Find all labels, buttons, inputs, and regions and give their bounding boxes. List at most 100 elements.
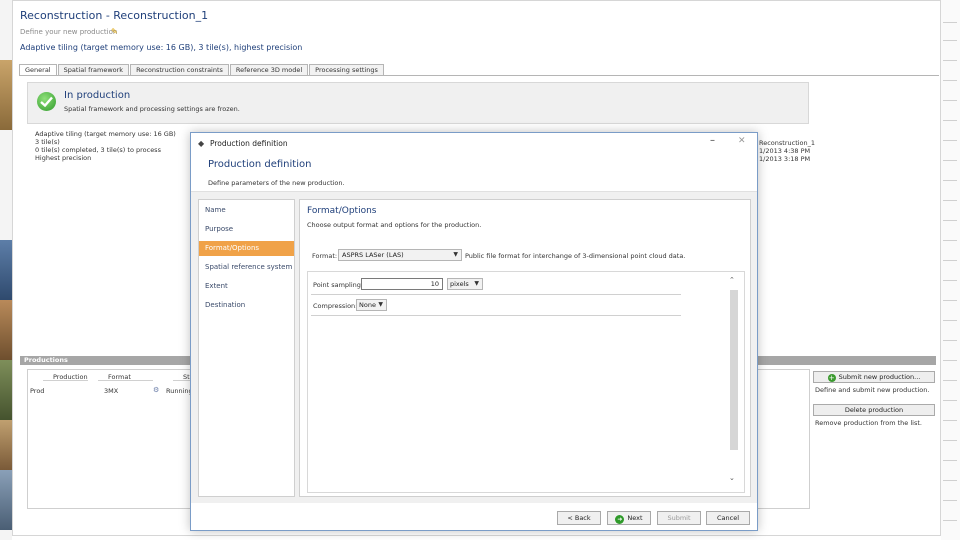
compression-dropdown[interactable]: None ▼ bbox=[356, 299, 387, 311]
margin-tick bbox=[943, 360, 957, 361]
dialog-body: Name Purpose Format/Options Spatial refe… bbox=[191, 192, 757, 503]
app-icon: ◆ bbox=[198, 139, 205, 148]
margin-tick bbox=[943, 220, 957, 221]
margin-tick bbox=[943, 140, 957, 141]
cancel-button[interactable]: Cancel bbox=[706, 511, 750, 525]
margin-tick bbox=[943, 420, 957, 421]
step-destination[interactable]: Destination bbox=[199, 298, 294, 313]
step-spatial-reference-system[interactable]: Spatial reference system bbox=[199, 260, 294, 275]
margin-tick bbox=[943, 280, 957, 281]
margin-tick bbox=[943, 440, 957, 441]
margin-tick bbox=[943, 500, 957, 501]
dialog-title: Production definition bbox=[210, 139, 288, 148]
detail-line: 3 tile(s) bbox=[35, 138, 60, 146]
margin-tick bbox=[943, 180, 957, 181]
detail-line: 1/2013 4:38 PM bbox=[759, 147, 811, 155]
point-sampling-label: Point sampling: bbox=[313, 281, 364, 289]
compression-value: None bbox=[359, 301, 376, 309]
detail-line: Highest precision bbox=[35, 154, 92, 162]
format-label: Format: bbox=[312, 252, 338, 260]
margin-tick bbox=[943, 320, 957, 321]
margin-tick bbox=[943, 380, 957, 381]
sampling-unit-value: pixels bbox=[450, 280, 469, 288]
background-photo-strip bbox=[0, 0, 12, 540]
dialog-titlebar[interactable]: ◆ Production definition – ✕ bbox=[191, 133, 757, 155]
margin-tick bbox=[943, 100, 957, 101]
arrow-right-icon: ➜ bbox=[615, 515, 625, 524]
status-banner: In production Spatial framework and proc… bbox=[27, 82, 809, 124]
margin-tick bbox=[943, 240, 957, 241]
window-subtitle: Define your new production bbox=[20, 28, 118, 36]
back-button[interactable]: < Back bbox=[557, 511, 601, 525]
window-info: Adaptive tiling (target memory use: 16 G… bbox=[20, 43, 303, 52]
window-title: Reconstruction - Reconstruction_1 bbox=[20, 9, 209, 22]
header-underline bbox=[43, 380, 88, 381]
format-dropdown[interactable]: ASPRS LASer (LAS) ▼ bbox=[338, 249, 462, 261]
sampling-unit-dropdown[interactable]: pixels ▼ bbox=[447, 278, 483, 290]
edit-icon[interactable]: ✎ bbox=[111, 27, 118, 36]
close-icon[interactable]: ✕ bbox=[738, 136, 746, 146]
panel-title: Format/Options bbox=[307, 206, 377, 216]
compression-label: Compression: bbox=[313, 302, 358, 310]
option-divider bbox=[311, 315, 681, 316]
point-sampling-input[interactable]: 10 bbox=[361, 278, 443, 290]
options-scrollbar[interactable]: ⌃ ⌄ bbox=[728, 276, 740, 490]
productions-header-label: Productions bbox=[24, 356, 68, 364]
panel-description: Choose output format and options for the… bbox=[307, 221, 482, 229]
submit-production-description: Define and submit new production. bbox=[815, 386, 930, 394]
margin-tick bbox=[943, 40, 957, 41]
margin-tick bbox=[943, 60, 957, 61]
step-name[interactable]: Name bbox=[199, 203, 294, 218]
option-divider bbox=[311, 294, 681, 295]
detail-line: Reconstruction_1 bbox=[759, 139, 816, 147]
margin-tick bbox=[943, 120, 957, 121]
minimize-icon[interactable]: – bbox=[710, 135, 715, 146]
step-extent[interactable]: Extent bbox=[199, 279, 294, 294]
right-margin bbox=[941, 0, 960, 540]
next-button[interactable]: ➜ Next bbox=[607, 511, 651, 525]
submit-button[interactable]: Submit bbox=[657, 511, 701, 525]
margin-tick bbox=[943, 260, 957, 261]
format-options-panel: Format/Options Choose output format and … bbox=[299, 199, 751, 497]
margin-tick bbox=[943, 22, 957, 23]
submit-production-button[interactable]: + Submit new production... bbox=[813, 371, 935, 383]
cell-format[interactable]: 3MX bbox=[104, 387, 118, 395]
step-purpose[interactable]: Purpose bbox=[199, 222, 294, 237]
plus-icon: + bbox=[827, 374, 836, 382]
margin-tick bbox=[943, 200, 957, 201]
margin-tick bbox=[943, 160, 957, 161]
chevron-down-icon: ▼ bbox=[378, 301, 383, 308]
delete-production-description: Remove production from the list. bbox=[815, 419, 922, 427]
margin-tick bbox=[943, 340, 957, 341]
cell-production[interactable]: Prod bbox=[30, 387, 44, 395]
header-underline bbox=[98, 380, 153, 381]
margin-tick bbox=[943, 400, 957, 401]
chevron-down-icon: ▼ bbox=[474, 280, 479, 287]
format-description: Public file format for interchange of 3-… bbox=[465, 252, 686, 260]
scroll-down-icon[interactable]: ⌄ bbox=[729, 474, 735, 482]
chevron-down-icon: ▼ bbox=[453, 251, 458, 258]
wizard-steps: Name Purpose Format/Options Spatial refe… bbox=[198, 199, 295, 497]
margin-tick bbox=[943, 460, 957, 461]
status-title: In production bbox=[64, 90, 131, 101]
detail-line: Adaptive tiling (target memory use: 16 G… bbox=[35, 130, 176, 138]
tiling-details: Adaptive tiling (target memory use: 16 G… bbox=[35, 130, 176, 162]
cell-status[interactable]: Running bbox=[166, 387, 193, 395]
check-icon bbox=[37, 92, 56, 111]
detail-line: 1/2013 3:18 PM bbox=[759, 155, 811, 163]
scroll-up-icon[interactable]: ⌃ bbox=[729, 276, 735, 284]
step-format-options[interactable]: Format/Options bbox=[199, 241, 294, 256]
submit-production-label: Submit new production... bbox=[838, 373, 921, 381]
delete-production-button[interactable]: Delete production bbox=[813, 404, 935, 416]
properties-details: Reconstruction_1 1/2013 4:38 PM 1/2013 3… bbox=[759, 139, 815, 163]
production-definition-dialog: ◆ Production definition – ✕ Production d… bbox=[190, 132, 758, 531]
margin-tick bbox=[943, 300, 957, 301]
scrollbar-thumb[interactable] bbox=[730, 290, 738, 450]
options-box: Point sampling: 10 pixels ▼ Compression:… bbox=[307, 271, 745, 493]
margin-tick bbox=[943, 480, 957, 481]
running-icon: ⚙ bbox=[153, 386, 160, 394]
dialog-header: Production definition bbox=[208, 159, 312, 170]
dialog-description: Define parameters of the new production. bbox=[208, 179, 345, 187]
status-description: Spatial framework and processing setting… bbox=[64, 105, 240, 113]
next-label: Next bbox=[627, 514, 643, 522]
